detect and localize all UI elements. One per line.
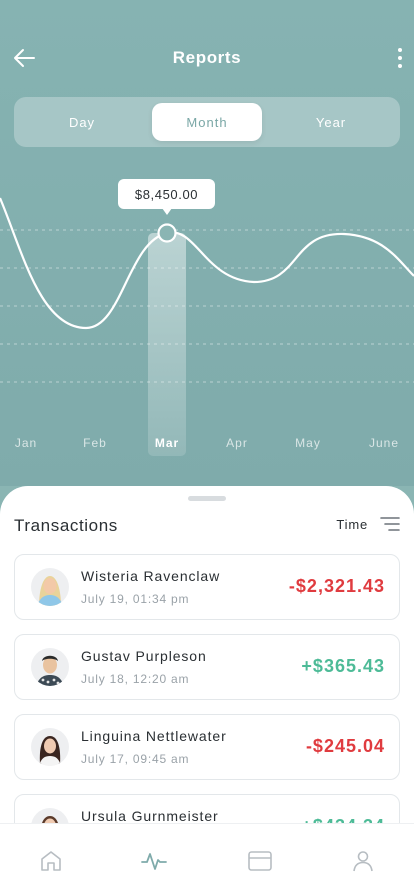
transaction-item[interactable]: Linguina Nettlewater July 17, 09:45 am -… [14, 714, 400, 780]
card-icon [248, 851, 272, 871]
transaction-date: July 17, 09:45 am [81, 752, 190, 766]
profile-icon [353, 851, 373, 872]
tooltip-pointer [162, 208, 172, 215]
sort-button[interactable]: Time [336, 516, 400, 532]
avatar [31, 568, 69, 606]
selected-month-highlight [148, 233, 186, 456]
top-bar: Reports [0, 38, 414, 78]
activity-icon [141, 853, 167, 870]
grid-lines [0, 229, 414, 383]
avatar [31, 728, 69, 766]
period-segmented-control: Day Month Year [14, 97, 400, 147]
sort-lines-icon [380, 517, 400, 531]
tab-cards[interactable] [245, 846, 275, 876]
data-line [0, 197, 414, 330]
transaction-name: Gustav Purpleson [81, 648, 207, 664]
transaction-item[interactable]: Gustav Purpleson July 18, 12:20 am +$365… [14, 634, 400, 700]
more-dot-icon [398, 48, 402, 52]
more-dot-icon [398, 64, 402, 68]
transaction-name: Wisteria Ravenclaw [81, 568, 221, 584]
segment-day[interactable]: Day [27, 103, 137, 141]
x-tick-label[interactable]: June [359, 436, 409, 450]
segment-year[interactable]: Year [276, 103, 386, 141]
x-tick-label[interactable]: Jan [1, 436, 51, 450]
avatar [31, 648, 69, 686]
segment-month[interactable]: Month [152, 103, 262, 141]
sheet-drag-handle[interactable] [188, 496, 226, 501]
tab-activity[interactable] [139, 846, 169, 876]
tab-home[interactable] [36, 846, 66, 876]
page-title: Reports [172, 48, 242, 67]
sort-label: Time [336, 516, 368, 532]
x-tick-label-selected[interactable]: Mar [142, 436, 192, 450]
transaction-date: July 18, 12:20 am [81, 672, 190, 686]
chart: $8,450.00 Jan Feb Mar Apr May June [0, 150, 414, 460]
transaction-amount: -$245.04 [305, 736, 385, 756]
bottom-tab-bar [0, 823, 414, 896]
transaction-name: Linguina Nettlewater [81, 728, 227, 744]
selected-data-point[interactable] [157, 223, 177, 243]
transaction-amount: -$2,321.43 [288, 576, 385, 596]
header-background: Reports Day Month Year $8,450.00 Jan Feb… [0, 0, 414, 486]
transaction-name: Ursula Gurnmeister [81, 808, 219, 824]
x-tick-label[interactable]: Feb [70, 436, 120, 450]
value-tooltip: $8,450.00 [118, 179, 215, 209]
home-icon [41, 851, 61, 871]
more-dot-icon [398, 56, 402, 60]
transaction-item[interactable]: Wisteria Ravenclaw July 19, 01:34 pm -$2… [14, 554, 400, 620]
transaction-amount: +$365.43 [301, 656, 385, 676]
x-tick-label[interactable]: Apr [212, 436, 262, 450]
transaction-date: July 19, 01:34 pm [81, 592, 190, 606]
section-title: Transactions [14, 516, 118, 535]
x-tick-label[interactable]: May [283, 436, 333, 450]
more-options-button[interactable] [392, 44, 408, 72]
tab-profile[interactable] [348, 846, 378, 876]
